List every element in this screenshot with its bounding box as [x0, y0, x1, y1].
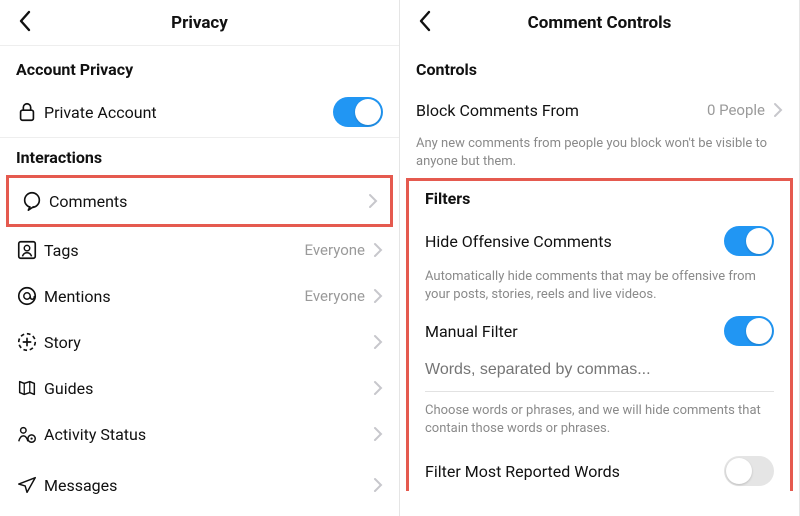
- guides-icon: [16, 377, 44, 399]
- story-label: Story: [44, 333, 373, 352]
- private-account-row[interactable]: Private Account: [0, 87, 399, 137]
- mentions-row[interactable]: Mentions Everyone: [0, 273, 399, 319]
- hide-offensive-label: Hide Offensive Comments: [425, 232, 724, 251]
- chevron-right-icon: [373, 380, 383, 396]
- chevron-right-icon: [373, 242, 383, 258]
- filters-highlight: Filters Hide Offensive Comments Automati…: [406, 178, 793, 491]
- comments-highlight: Comments: [6, 175, 393, 227]
- chevron-right-icon: [373, 288, 383, 304]
- mentions-label: Mentions: [44, 287, 305, 306]
- tags-value: Everyone: [305, 241, 365, 259]
- guides-label: Guides: [44, 379, 373, 398]
- back-button[interactable]: [8, 0, 42, 46]
- hide-offensive-row[interactable]: Hide Offensive Comments: [409, 216, 790, 266]
- block-comments-label: Block Comments From: [416, 101, 707, 120]
- manual-filter-input[interactable]: [409, 351, 790, 391]
- account-privacy-section: Account Privacy: [0, 46, 399, 87]
- block-comments-value: 0 People: [707, 101, 765, 119]
- filter-reported-row[interactable]: Filter Most Reported Words: [409, 445, 790, 491]
- mentions-value: Everyone: [305, 287, 365, 305]
- chevron-left-icon: [18, 10, 32, 36]
- interactions-section: Interactions: [0, 138, 399, 175]
- block-comments-desc: Any new comments from people you block w…: [400, 133, 799, 178]
- activity-status-label: Activity Status: [44, 425, 373, 444]
- manual-filter-label: Manual Filter: [425, 322, 724, 341]
- activity-icon: [16, 423, 44, 445]
- filters-section: Filters: [409, 181, 790, 216]
- manual-filter-row[interactable]: Manual Filter: [409, 311, 790, 351]
- tag-icon: [16, 239, 44, 261]
- chevron-right-icon: [773, 102, 783, 118]
- manual-filter-desc: Choose words or phrases, and we will hid…: [409, 392, 790, 445]
- messages-row[interactable]: Messages: [0, 457, 399, 503]
- chevron-left-icon: [418, 10, 432, 36]
- comment-controls-header: Comment Controls: [400, 0, 799, 46]
- messages-label: Messages: [44, 476, 373, 495]
- page-title: Comment Controls: [528, 13, 672, 33]
- chevron-right-icon: [373, 477, 383, 493]
- story-row[interactable]: Story: [0, 319, 399, 365]
- activity-status-row[interactable]: Activity Status: [0, 411, 399, 457]
- chevron-right-icon: [373, 334, 383, 350]
- messages-icon: [16, 474, 44, 496]
- guides-row[interactable]: Guides: [0, 365, 399, 411]
- controls-section: Controls: [400, 46, 799, 87]
- page-title: Privacy: [171, 13, 228, 33]
- chevron-right-icon: [368, 193, 378, 209]
- privacy-screen: Privacy Account Privacy Private Account …: [0, 0, 400, 516]
- filter-reported-toggle[interactable]: [724, 456, 774, 486]
- private-account-label: Private Account: [44, 103, 333, 122]
- manual-filter-toggle[interactable]: [724, 316, 774, 346]
- chevron-right-icon: [373, 426, 383, 442]
- mention-icon: [16, 285, 44, 307]
- hide-offensive-toggle[interactable]: [724, 226, 774, 256]
- hide-offensive-desc: Automatically hide comments that may be …: [409, 266, 790, 311]
- comments-label: Comments: [49, 192, 368, 211]
- comments-row[interactable]: Comments: [9, 178, 390, 224]
- back-button[interactable]: [408, 0, 442, 46]
- comment-icon: [21, 190, 49, 212]
- filter-reported-label: Filter Most Reported Words: [425, 462, 724, 481]
- lock-icon: [16, 101, 44, 123]
- story-icon: [16, 331, 44, 353]
- comment-controls-screen: Comment Controls Controls Block Comments…: [400, 0, 800, 516]
- tags-row[interactable]: Tags Everyone: [0, 227, 399, 273]
- privacy-header: Privacy: [0, 0, 399, 46]
- tags-label: Tags: [44, 241, 305, 260]
- block-comments-row[interactable]: Block Comments From 0 People: [400, 87, 799, 133]
- private-account-toggle[interactable]: [333, 97, 383, 127]
